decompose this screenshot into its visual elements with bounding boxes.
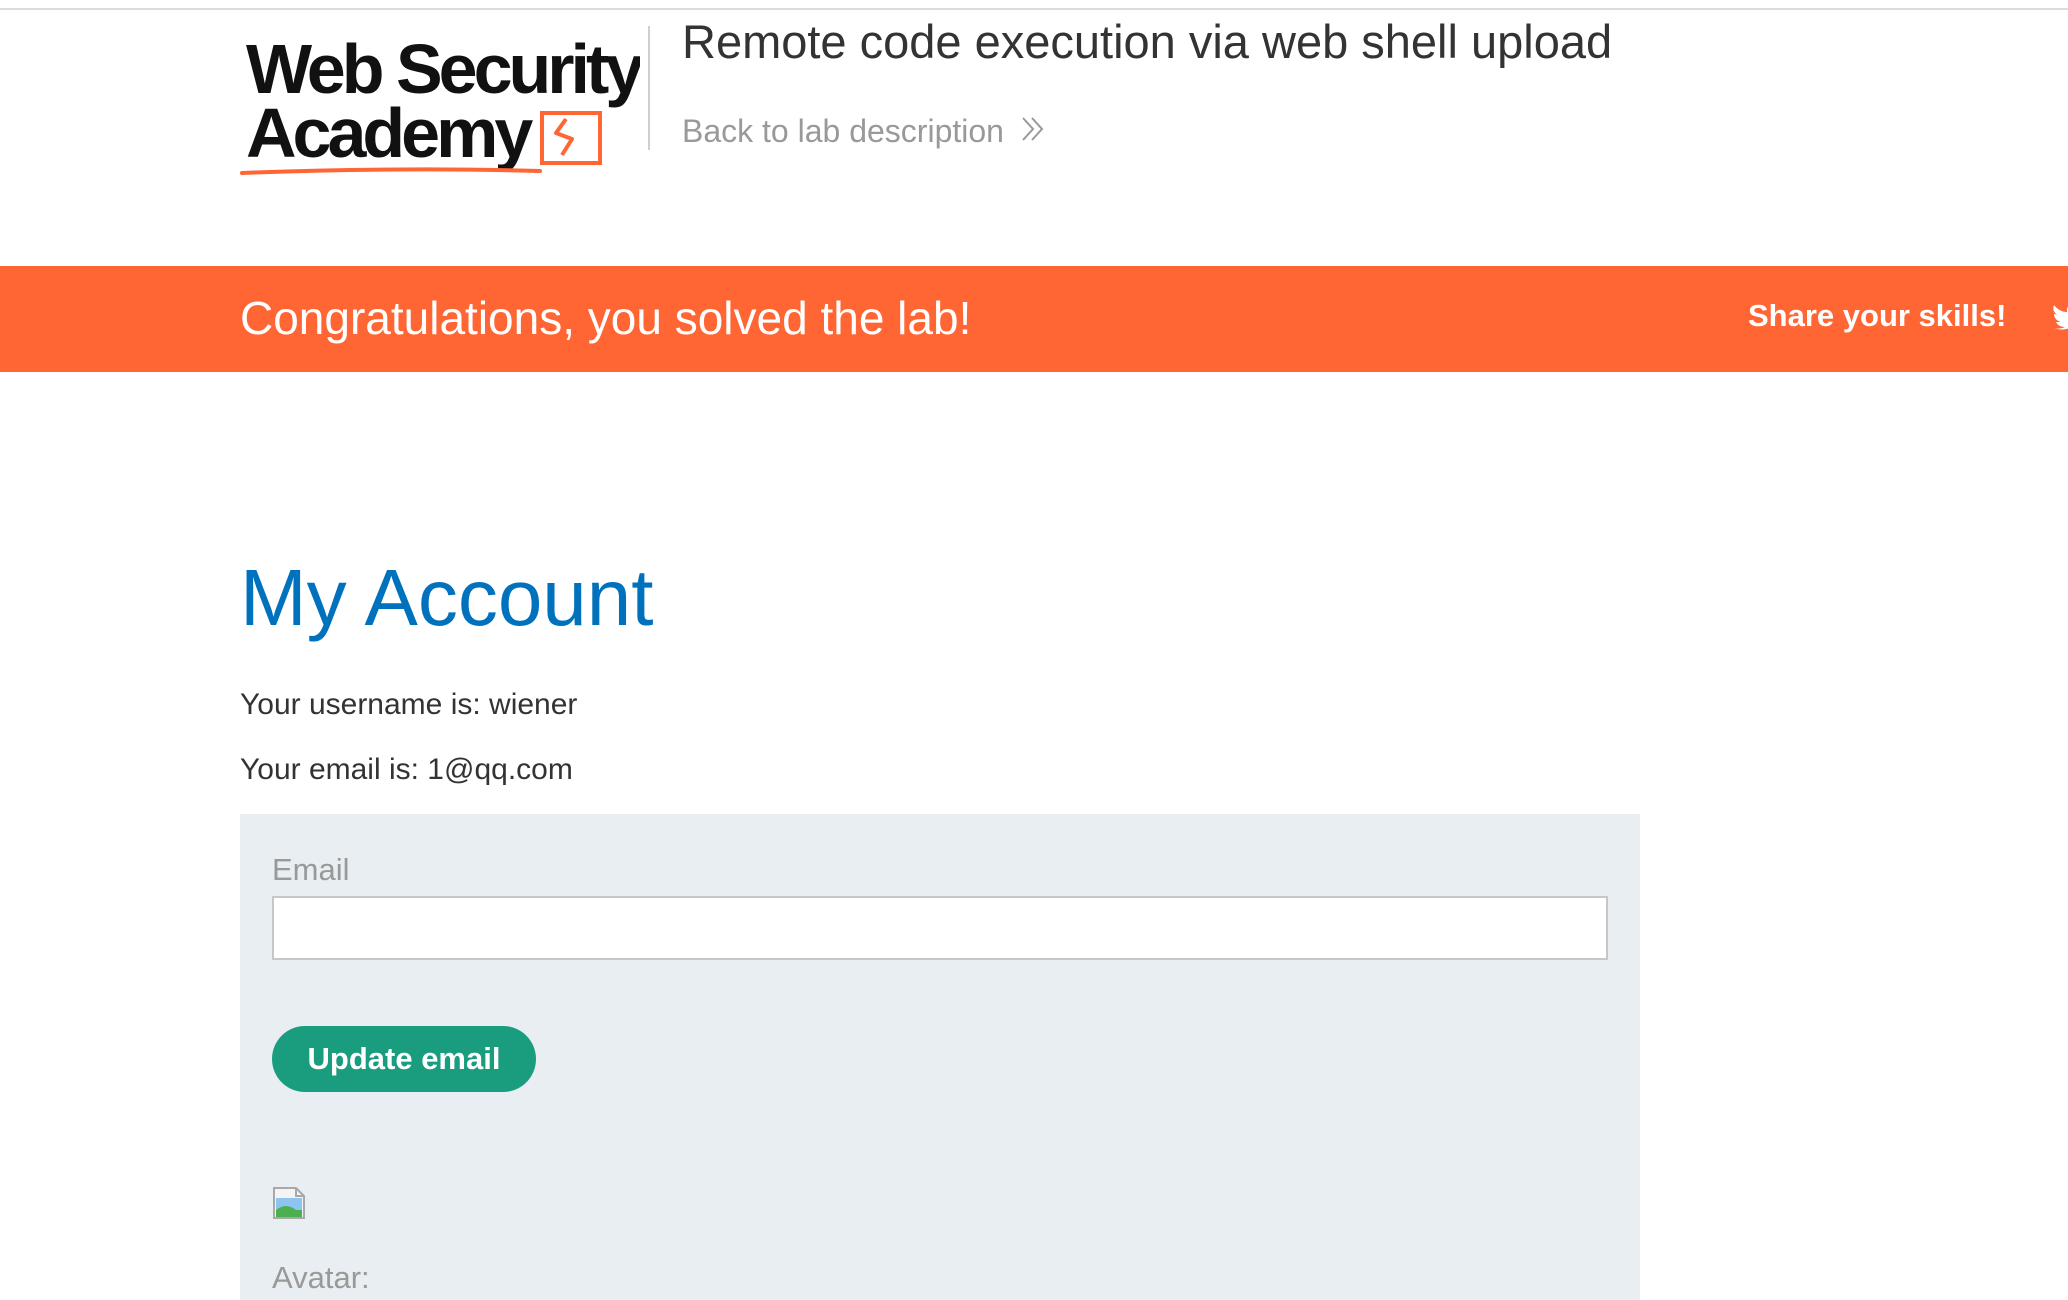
lab-header: Web Security Academy Remote code executi…: [0, 10, 2068, 265]
lab-solved-banner: Congratulations, you solved the lab! Sha…: [0, 266, 2068, 372]
page: Web Security Academy Remote code executi…: [0, 0, 2068, 1300]
email-input[interactable]: [272, 896, 1608, 960]
page-title: My Account: [240, 553, 654, 642]
lab-title: Remote code execution via web shell uplo…: [682, 15, 1613, 68]
email-text: Your email is: 1@qq.com: [240, 753, 573, 786]
share-skills-link[interactable]: Share your skills!: [1748, 296, 2006, 336]
header-divider: [648, 26, 650, 150]
twitter-icon[interactable]: [2052, 300, 2068, 334]
email-label: Email: [272, 852, 350, 887]
double-chevron-right-icon: [1020, 112, 1046, 152]
back-link-label: Back to lab description: [682, 113, 1004, 149]
username-text: Your username is: wiener: [240, 688, 578, 721]
broken-image-icon: [272, 1186, 306, 1220]
avatar-label: Avatar:: [272, 1260, 370, 1295]
solved-message: Congratulations, you solved the lab!: [240, 292, 972, 344]
svg-text:Academy: Academy: [246, 94, 533, 172]
back-to-lab-description-link[interactable]: Back to lab description: [682, 110, 1046, 152]
logo-icon: Web Security Academy: [240, 30, 640, 175]
account-form: Email Update email Avatar:: [240, 814, 1640, 1300]
academy-logo[interactable]: Web Security Academy: [240, 25, 640, 185]
update-email-button[interactable]: Update email: [272, 1026, 536, 1092]
